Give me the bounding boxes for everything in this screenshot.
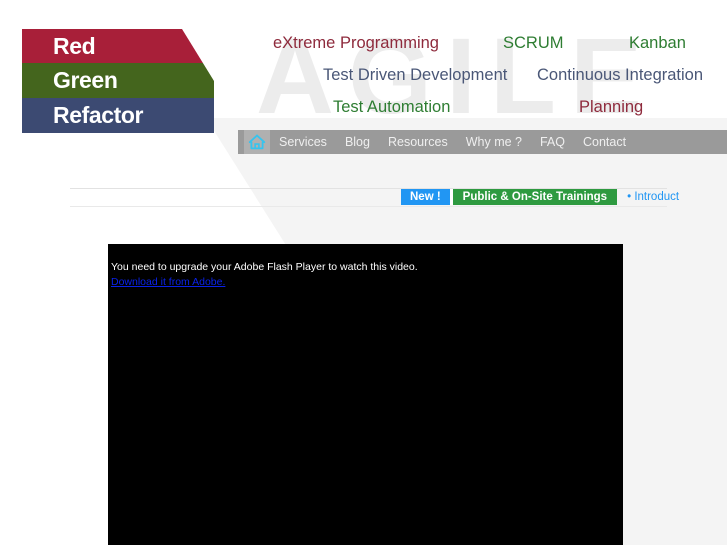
- logo-band-navy: Refactor: [22, 98, 214, 133]
- flash-download-link[interactable]: Download it from Adobe.: [111, 275, 225, 289]
- promo-new-badge: New !: [401, 189, 450, 205]
- logo-text-red: Red: [53, 32, 96, 59]
- promo-banner: New ! Public & On-Site Trainings • Intro…: [401, 189, 679, 205]
- nav-item-resources[interactable]: Resources: [379, 130, 457, 154]
- keyword-extreme-programming: eXtreme Programming: [273, 34, 439, 52]
- main-navigation: Services Blog Resources Why me ? FAQ Con…: [238, 130, 727, 154]
- site-logo[interactable]: Red Green Refactor: [22, 29, 214, 133]
- nav-item-services[interactable]: Services: [270, 130, 336, 154]
- promo-title[interactable]: Public & On-Site Trainings: [452, 189, 618, 205]
- nav-item-faq[interactable]: FAQ: [531, 130, 574, 154]
- keyword-kanban: Kanban: [629, 34, 686, 52]
- site-header: AGILE eXtreme Programming SCRUM Kanban T…: [0, 0, 727, 133]
- page-root: AGILE eXtreme Programming SCRUM Kanban T…: [0, 0, 727, 545]
- keyword-continuous-integration: Continuous Integration: [537, 66, 704, 84]
- nav-item-why-me[interactable]: Why me ?: [457, 130, 531, 154]
- content-divider-bottom: [70, 206, 667, 207]
- logo-text-refactor: Refactor: [53, 102, 144, 128]
- logo-text-green: Green: [53, 67, 118, 93]
- keyword-test-automation: Test Automation: [333, 98, 451, 116]
- nav-item-blog[interactable]: Blog: [336, 130, 379, 154]
- right-background-fill: [623, 243, 727, 545]
- flash-upgrade-message: You need to upgrade your Adobe Flash Pla…: [111, 261, 418, 273]
- logo-band-green: Green: [22, 63, 214, 98]
- nav-item-contact[interactable]: Contact: [574, 130, 635, 154]
- home-icon[interactable]: [244, 130, 270, 154]
- keyword-scrum: SCRUM: [503, 34, 564, 52]
- video-player[interactable]: You need to upgrade your Adobe Flash Pla…: [108, 244, 623, 545]
- keyword-planning: Planning: [579, 98, 644, 116]
- keyword-test-driven-development: Test Driven Development: [323, 66, 508, 84]
- promo-introduction-link[interactable]: • Introduct: [617, 189, 679, 205]
